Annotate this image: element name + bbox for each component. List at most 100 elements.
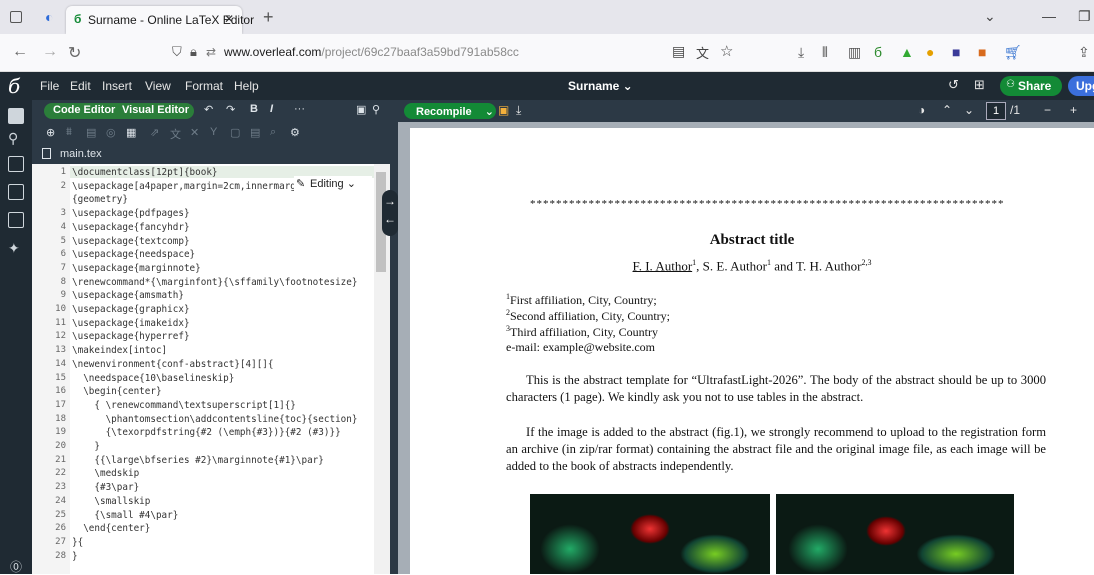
strike-icon[interactable]: ✕ (190, 126, 199, 139)
code-line[interactable]: \usepackage{imakeidx} (72, 318, 190, 329)
menu-file[interactable]: File (40, 79, 59, 93)
address-bar[interactable]: ⛉ 🔒︎ ⇄ www.overleaf.com/project/69c27baa… (172, 42, 752, 64)
code-line[interactable]: \makeindex[intoc] (72, 345, 167, 356)
code-line[interactable]: \phantomsection\addcontentsline{toc}{sec… (72, 414, 358, 425)
expand-right-icon[interactable]: → (382, 194, 398, 208)
upgrade-button[interactable]: Upg (1068, 76, 1094, 96)
menu-view[interactable]: View (145, 79, 171, 93)
search-icon[interactable]: ⚲ (8, 130, 18, 147)
bullet-list-icon[interactable]: ▢ (230, 126, 240, 139)
share-page-icon[interactable]: ⇪ (1078, 44, 1090, 61)
code-line[interactable]: {geometry} (72, 194, 128, 205)
undo-icon[interactable]: ↶ (204, 103, 213, 116)
new-tab-button[interactable]: + (263, 7, 274, 28)
dark-mode-icon[interactable]: ◑ (918, 103, 925, 117)
text-style-icon[interactable]: Y (210, 126, 217, 138)
code-line[interactable]: \usepackage{needspace} (72, 249, 195, 260)
code-line[interactable]: {\texorpdfstring{#2 (\emph{#3})}{#2 (#3)… (72, 427, 341, 438)
settings-gear-icon[interactable]: ⚙ (290, 126, 300, 139)
code-line[interactable]: \usepackage[a4paper,margin=2cm,innermarg… (72, 181, 307, 192)
downloads-icon[interactable]: ⤓ (798, 44, 804, 61)
menu-help[interactable]: Help (234, 79, 259, 93)
next-page-icon[interactable]: ⌄ (964, 103, 974, 117)
pane-divider[interactable] (390, 100, 398, 574)
find-icon[interactable]: ⚲ (372, 103, 380, 116)
reader-view-icon[interactable]: ▤ (672, 43, 685, 60)
history-icon[interactable]: ↺ (948, 77, 959, 93)
ref-icon[interactable]: ▤ (86, 126, 96, 139)
zoom-in-button[interactable]: + (1070, 103, 1077, 117)
code-line[interactable]: \newenvironment{conf-abstract}[4][]{ (72, 359, 274, 370)
recompile-button[interactable]: Recompile ⌄ (404, 103, 496, 119)
restore-window-icon[interactable]: ❐ (1078, 8, 1091, 25)
recompile-chevron-icon[interactable]: ⌄ (485, 106, 494, 118)
lock-icon[interactable]: 🔒︎ (190, 44, 197, 60)
browser-tab[interactable]: б Surname - Online LaTeX Editor ✕ (66, 6, 254, 34)
code-line[interactable]: }{ (72, 537, 83, 548)
code-line[interactable]: \needspace{10\baselineskip} (72, 373, 234, 384)
table-icon[interactable]: ▦ (126, 126, 136, 139)
expand-left-icon[interactable]: ← (382, 212, 398, 226)
code-line[interactable]: \usepackage{marginnote} (72, 263, 201, 274)
comment-icon[interactable]: ⇗ (150, 126, 159, 139)
tab-list-chevron-icon[interactable]: ⌄ (984, 8, 996, 25)
cart-icon[interactable]: 🛒︎ (1004, 44, 1022, 61)
code-line[interactable]: \end{center} (72, 523, 150, 534)
code-editor-tab[interactable]: Code Editor (53, 104, 115, 116)
back-icon[interactable]: ← (12, 43, 28, 61)
code-line[interactable]: {\small #4\par} (72, 510, 178, 521)
menu-edit[interactable]: Edit (70, 79, 91, 93)
shield-icon[interactable]: ⛉ (172, 44, 182, 60)
sidebar-icon[interactable]: ▥ (848, 44, 861, 61)
code-line[interactable]: } (72, 441, 100, 452)
numbered-list-icon[interactable]: ▤ (250, 126, 260, 139)
bookmark-star-icon[interactable]: ☆ (720, 42, 733, 60)
code-line[interactable]: \usepackage{hyperref} (72, 331, 190, 342)
extension-puzzle-icon[interactable]: ■ (952, 44, 960, 60)
link-icon[interactable]: ⩩ (66, 126, 72, 139)
italic-button[interactable]: I (270, 103, 273, 115)
extension-color-icon[interactable]: ● (926, 44, 934, 60)
code-line[interactable]: \usepackage{amsmath} (72, 290, 184, 301)
code-line[interactable]: { \renewcommand\textsuperscript[1]{} (72, 400, 296, 411)
visual-editor-tab[interactable]: Visual Editor (122, 104, 189, 116)
redo-icon[interactable]: ↷ (226, 103, 235, 116)
logs-badge-icon[interactable]: ▣ (498, 103, 509, 117)
menu-insert[interactable]: Insert (102, 79, 132, 93)
code-line[interactable]: \usepackage{fancyhdr} (72, 222, 190, 233)
code-line[interactable]: \smallskip (72, 496, 150, 507)
download-pdf-icon[interactable]: ⤓ (516, 103, 521, 118)
overleaf-logo-icon[interactable]: б (8, 74, 20, 98)
url-text[interactable]: www.overleaf.com/project/69c27baaf3a59bd… (224, 45, 519, 59)
code-line[interactable]: \documentclass[12pt]{book} (72, 167, 218, 178)
editor-mode-toggle[interactable]: Code Editor Visual Editor (44, 103, 194, 119)
forward-icon[interactable]: → (42, 43, 58, 61)
pane-toggle[interactable]: → ← (382, 190, 398, 236)
editing-mode-dropdown[interactable]: ✎ Editing ⌄ (294, 176, 372, 192)
code-line[interactable]: \begin{center} (72, 386, 161, 397)
code-line[interactable]: {#3\par} (72, 482, 139, 493)
code-line[interactable]: {{\large\bfseries #2}\marginnote{#1}\par… (72, 455, 324, 466)
integrations-icon[interactable] (8, 156, 24, 172)
help-icon[interactable]: ⓪ (10, 558, 22, 575)
library-icon[interactable]: ⫴ (822, 44, 828, 61)
zoom-out-button[interactable]: − (1044, 103, 1051, 117)
prev-page-icon[interactable]: ⌃ (942, 103, 952, 117)
translate-icon[interactable]: 文 (696, 43, 709, 62)
tab-close-icon[interactable]: ✕ (224, 12, 234, 26)
layout-icon[interactable]: ⊞ (974, 77, 985, 93)
translate-tool-icon[interactable]: 文 (170, 126, 181, 142)
ai-sparkle-icon[interactable]: ✦ (8, 240, 20, 257)
reload-icon[interactable]: ↻ (68, 43, 81, 63)
permissions-icon[interactable]: ⇄ (206, 45, 216, 59)
file-tab[interactable]: main.tex (32, 144, 390, 164)
code-editor[interactable]: 1 2 3 4 5 6 7 8 9 10 11 12 13 14 15 16 17 18 19 20 21 22 23 24 2… (32, 164, 374, 574)
tab-overview-icon[interactable] (10, 11, 22, 23)
page-number-input[interactable]: 1 (986, 102, 1006, 120)
symbol-palette-icon[interactable]: ▣ (356, 103, 366, 116)
file-tree-icon[interactable] (8, 108, 24, 124)
extension-overleaf-icon[interactable]: б (874, 44, 882, 60)
code-line[interactable]: \renewcommand*{\marginfont}{\sffamily\fo… (72, 277, 357, 288)
menu-format[interactable]: Format (185, 79, 223, 93)
code-line[interactable]: \usepackage{textcomp} (72, 236, 190, 247)
